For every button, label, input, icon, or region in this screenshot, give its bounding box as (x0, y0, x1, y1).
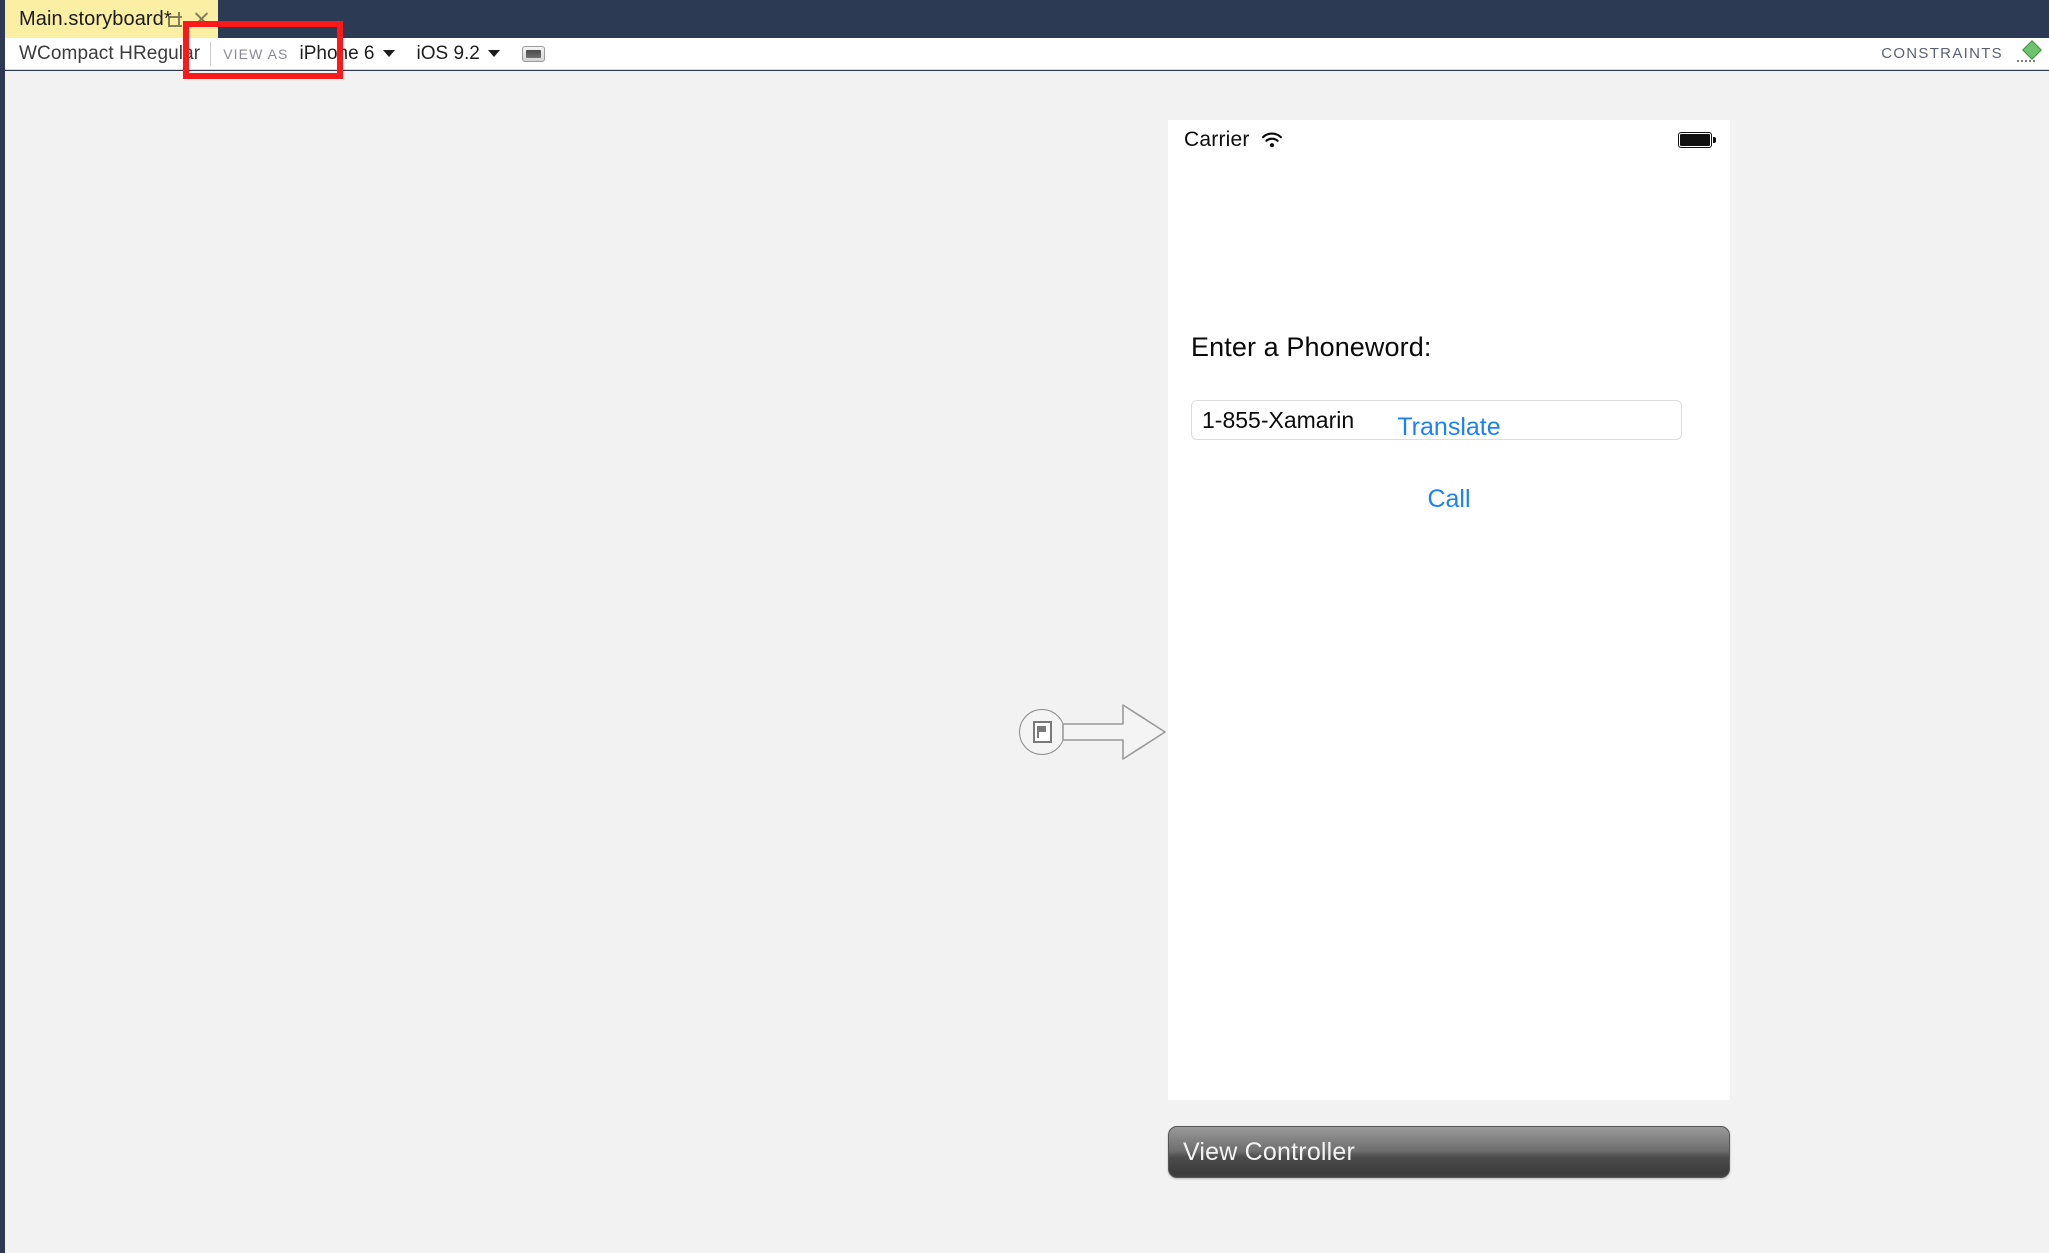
constraints-label: CONSTRAINTS (1881, 45, 2003, 62)
canvas-right-edge (2037, 71, 2049, 1253)
ruler-shape (2017, 59, 2035, 63)
storyboard-canvas[interactable]: Carrier Enter a Phoneword: 1-855-Xamarin… (5, 71, 2037, 1253)
size-class-label: WCompact HRegular (19, 42, 201, 64)
ios-status-bar: Carrier (1168, 120, 1730, 160)
pin-icon[interactable] (167, 11, 184, 28)
os-version-dropdown[interactable]: iOS 9.2 (417, 43, 500, 65)
wifi-icon (1261, 132, 1283, 148)
green-diamond-constraint-icon[interactable] (2017, 39, 2043, 65)
entry-point-arrow (1062, 704, 1166, 760)
diamond-shape (2022, 39, 2042, 60)
designer-toolbar: WCompact HRegular VIEW AS iPhone 6 iOS 9… (5, 38, 2049, 70)
chevron-down-icon (382, 50, 395, 57)
close-icon[interactable] (193, 11, 210, 28)
view-controller-scene[interactable]: Carrier Enter a Phoneword: 1-855-Xamarin… (1168, 120, 1730, 1100)
device-dropdown-value: iPhone 6 (299, 42, 375, 64)
entry-point-indicator[interactable] (1019, 701, 1169, 763)
scene-title-label: View Controller (1183, 1137, 1356, 1166)
os-version-dropdown-value: iOS 9.2 (416, 42, 480, 64)
tab-strip: Main.storyboard* (0, 0, 2049, 38)
view-as-label: VIEW AS (223, 45, 289, 62)
carrier-label: Carrier (1184, 128, 1250, 151)
flag-glyph (1032, 721, 1052, 743)
tab-main-storyboard[interactable]: Main.storyboard* (5, 0, 218, 38)
flag-entry-point-icon (1019, 709, 1065, 755)
tab-icon-group (167, 0, 210, 38)
phoneword-label: Enter a Phoneword: (1191, 332, 1432, 362)
chevron-down-icon (487, 50, 500, 57)
constraints-group: CONSTRAINTS (1881, 39, 2049, 65)
ios-designer-window: Main.storyboard* WCompact HRegular VIEW … (0, 0, 2049, 1253)
battery-full-icon (1678, 132, 1717, 148)
device-dropdown[interactable]: iPhone 6 (299, 42, 395, 65)
translate-button[interactable]: Translate (1168, 413, 1730, 442)
tab-label: Main.storyboard* (19, 7, 172, 30)
device-orientation-icon[interactable] (521, 45, 545, 62)
toolbar-divider (210, 41, 212, 66)
call-button[interactable]: Call (1168, 485, 1730, 514)
scene-title-bar[interactable]: View Controller (1168, 1126, 1730, 1178)
